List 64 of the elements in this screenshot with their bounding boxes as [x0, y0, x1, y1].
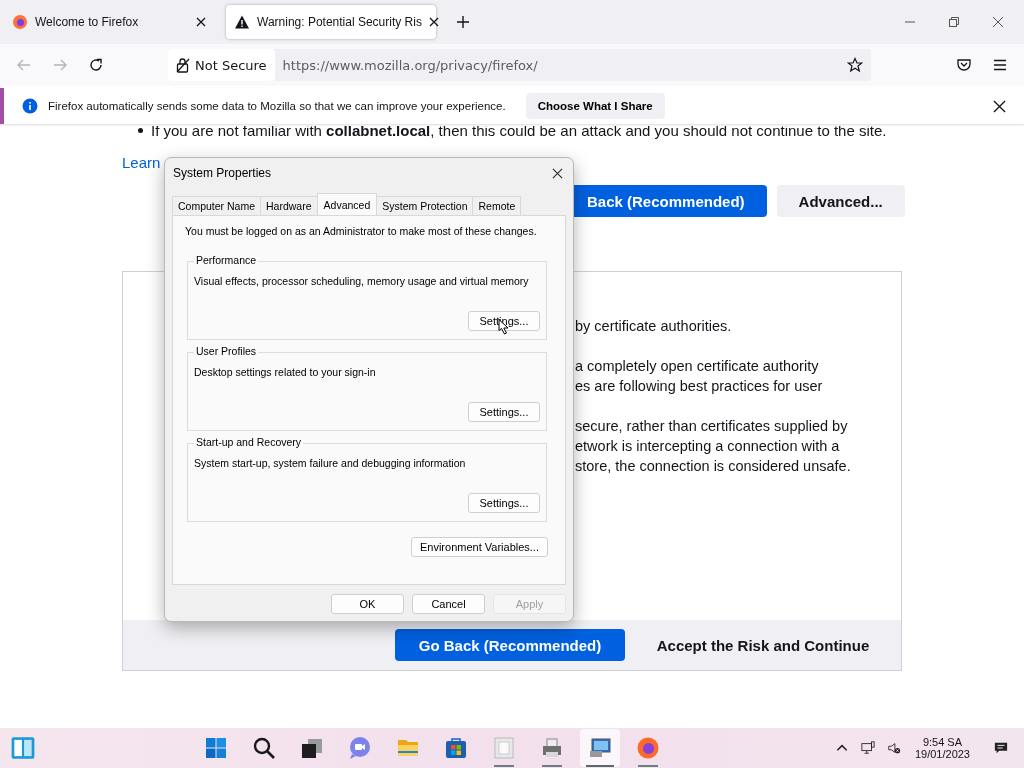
- details-text: a completely open certificate authority: [575, 357, 820, 376]
- firefox-icon: [12, 14, 28, 30]
- security-label: Not Secure: [195, 57, 267, 73]
- clock[interactable]: 9:54 SA 19/01/2023: [914, 736, 970, 760]
- restore-icon[interactable]: [948, 16, 960, 28]
- close-icon[interactable]: [428, 17, 439, 27]
- new-tab-icon[interactable]: [456, 15, 470, 29]
- dialog-tab[interactable]: Advanced: [316, 193, 378, 215]
- bullet-icon: [138, 128, 143, 133]
- environment-variables-button[interactable]: Environment Variables...: [410, 537, 548, 557]
- group-title: Performance: [194, 254, 259, 266]
- settings-button[interactable]: Settings...: [468, 493, 540, 513]
- reload-icon[interactable]: [88, 57, 104, 73]
- task-view-icon: [300, 736, 325, 760]
- computer-icon: [588, 736, 613, 760]
- network-icon[interactable]: [860, 741, 875, 755]
- browser-tab[interactable]: Warning: Potential Security Ris: [226, 5, 436, 39]
- info-icon: [22, 98, 38, 114]
- address-bar[interactable]: Not Secure https://www.mozilla.org/privacy/firefox/: [168, 49, 871, 81]
- pocket-icon[interactable]: [956, 57, 972, 73]
- dialog-button[interactable]: OK: [331, 594, 404, 614]
- lock-icon: [176, 57, 190, 73]
- admin-notice: You must be logged on as an Administrator to make most of these changes.: [185, 225, 538, 237]
- close-icon[interactable]: [196, 17, 206, 27]
- dialog-tab[interactable]: Computer Name: [172, 196, 262, 215]
- details-text: by certificate authorities.: [575, 317, 733, 336]
- group-description: System start-up, system failure and debugging information: [194, 457, 467, 469]
- close-icon[interactable]: [993, 99, 1006, 113]
- dialog-button[interactable]: Cancel: [412, 594, 485, 614]
- url-text: https://www.mozilla.org/privacy/firefox/: [282, 57, 538, 73]
- details-text: secure, rather than certificates supplied by: [575, 417, 849, 436]
- document-icon: [492, 736, 517, 760]
- close-icon[interactable]: [552, 167, 563, 179]
- settings-button[interactable]: Settings...: [468, 402, 540, 422]
- choose-what-i-share-button[interactable]: Choose What I Share: [525, 93, 665, 119]
- details-text: store, the connection is considered unsafe.: [575, 457, 852, 476]
- dialog-title: System Properties: [173, 166, 273, 180]
- settings-button[interactable]: Settings...: [468, 311, 540, 331]
- details-text: es are following best practices for user: [575, 377, 824, 396]
- learn-more-link[interactable]: Learn: [122, 154, 162, 171]
- group-title: Start-up and Recovery: [194, 436, 304, 448]
- browser-tab[interactable]: Welcome to Firefox: [4, 5, 214, 39]
- store-icon: [444, 736, 469, 760]
- chat-icon: [348, 736, 373, 760]
- dialog-tab[interactable]: Remote: [472, 196, 522, 215]
- notifications-icon[interactable]: [994, 741, 1008, 755]
- firefox-icon: [636, 736, 661, 760]
- advanced-button[interactable]: Advanced...: [776, 185, 905, 217]
- close-icon[interactable]: [992, 16, 1004, 28]
- star-icon[interactable]: [847, 57, 863, 73]
- windows-icon: [204, 736, 229, 760]
- group-title: User Profiles: [194, 345, 259, 357]
- group-description: Visual effects, processor scheduling, memory usage and virtual memory: [194, 275, 530, 287]
- widgets-icon[interactable]: [10, 735, 36, 761]
- warning-icon: [234, 14, 250, 30]
- details-text: etwork is intercepting a connection with a: [575, 437, 841, 456]
- go-back-button[interactable]: Go Back (Recommended): [395, 629, 625, 661]
- security-indicator[interactable]: Not Secure: [168, 49, 275, 81]
- notification-text: Firefox automatically sends some data to Mozilla so that we can improve your experience.: [48, 100, 506, 112]
- volume-muted-icon[interactable]: [886, 741, 901, 755]
- search-icon: [252, 736, 277, 760]
- menu-icon[interactable]: [992, 57, 1008, 73]
- group-description: Desktop settings related to your sign-in: [194, 366, 377, 378]
- dialog-tab[interactable]: System Protection: [376, 196, 474, 215]
